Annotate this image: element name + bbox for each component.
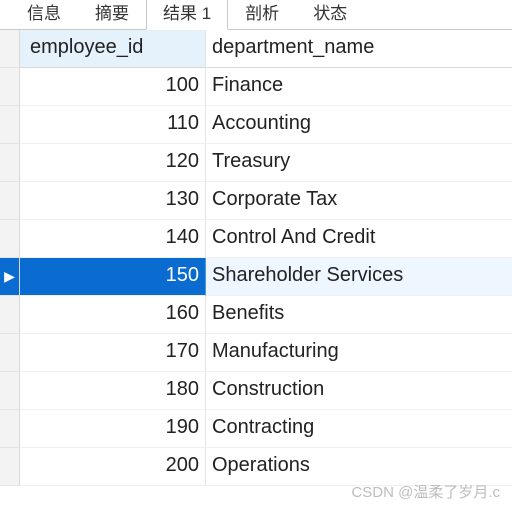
cell-employee-id[interactable]: 200 [20, 448, 206, 486]
table-row[interactable]: 190Contracting [0, 410, 512, 448]
row-gutter[interactable] [0, 106, 20, 144]
results-grid: employee_id department_name 100Finance11… [0, 30, 512, 486]
cell-department-name[interactable]: Accounting [206, 106, 512, 144]
table-row[interactable]: ▶ 150Shareholder Services [0, 258, 512, 296]
row-gutter[interactable] [0, 68, 20, 106]
cell-employee-id[interactable]: 120 [20, 144, 206, 182]
tab-4[interactable]: 状态 [296, 0, 364, 29]
cell-department-name[interactable]: Construction [206, 372, 512, 410]
watermark-text: CSDN @温柔了岁月.c [351, 481, 500, 502]
tab-2[interactable]: 结果 1 [146, 0, 228, 30]
column-header-department-name[interactable]: department_name [206, 30, 512, 68]
cell-employee-id[interactable]: 140 [20, 220, 206, 258]
table-row[interactable]: 180Construction [0, 372, 512, 410]
cell-department-name[interactable]: Corporate Tax [206, 182, 512, 220]
tab-0[interactable]: 信息 [10, 0, 78, 29]
cell-department-name[interactable]: Manufacturing [206, 334, 512, 372]
cell-employee-id[interactable]: 110 [20, 106, 206, 144]
row-gutter[interactable] [0, 220, 20, 258]
row-gutter[interactable] [0, 372, 20, 410]
table-row[interactable]: 110Accounting [0, 106, 512, 144]
table-row[interactable]: 130Corporate Tax [0, 182, 512, 220]
row-gutter[interactable]: ▶ [0, 258, 20, 296]
cell-employee-id[interactable]: 130 [20, 182, 206, 220]
cell-department-name[interactable]: Shareholder Services [206, 258, 512, 296]
cell-department-name[interactable]: Treasury [206, 144, 512, 182]
cell-department-name[interactable]: Benefits [206, 296, 512, 334]
cell-department-name[interactable]: Finance [206, 68, 512, 106]
row-gutter[interactable] [0, 182, 20, 220]
row-gutter[interactable] [0, 448, 20, 486]
table-row[interactable]: 100Finance [0, 68, 512, 106]
row-gutter[interactable] [0, 296, 20, 334]
table-row[interactable]: 160Benefits [0, 296, 512, 334]
cell-department-name[interactable]: Control And Credit [206, 220, 512, 258]
row-gutter[interactable] [0, 144, 20, 182]
tab-1[interactable]: 摘要 [78, 0, 146, 29]
column-header-employee-id[interactable]: employee_id [20, 30, 206, 68]
tab-bar: 信息摘要结果 1剖析状态 [0, 0, 512, 30]
cell-employee-id[interactable]: 160 [20, 296, 206, 334]
cell-employee-id[interactable]: 100 [20, 68, 206, 106]
table-row[interactable]: 120Treasury [0, 144, 512, 182]
tab-3[interactable]: 剖析 [228, 0, 296, 29]
current-row-marker-icon: ▶ [4, 268, 15, 285]
row-gutter[interactable] [0, 334, 20, 372]
cell-department-name[interactable]: Contracting [206, 410, 512, 448]
cell-employee-id[interactable]: 170 [20, 334, 206, 372]
cell-employee-id[interactable]: 180 [20, 372, 206, 410]
cell-employee-id[interactable]: 190 [20, 410, 206, 448]
header-gutter [0, 30, 20, 68]
row-gutter[interactable] [0, 410, 20, 448]
cell-employee-id[interactable]: 150 [20, 258, 206, 296]
table-row[interactable]: 170Manufacturing [0, 334, 512, 372]
header-row: employee_id department_name [0, 30, 512, 68]
table-row[interactable]: 140Control And Credit [0, 220, 512, 258]
